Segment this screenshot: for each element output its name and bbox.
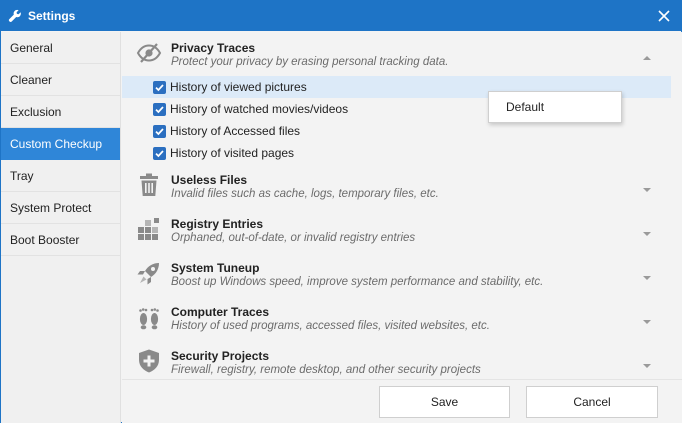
chevron-down-icon[interactable] xyxy=(643,358,651,368)
privacy-item-label: History of Accessed files xyxy=(170,124,301,138)
sidebar-item-custom-checkup[interactable]: Custom Checkup xyxy=(1,128,120,160)
save-button[interactable]: Save xyxy=(379,386,510,418)
section-title: System Tuneup xyxy=(171,261,260,275)
section-registry-entries[interactable]: Registry Entries Orphaned, out-of-date, … xyxy=(122,208,671,252)
section-description: Boost up Windows speed, improve system p… xyxy=(171,276,544,288)
privacy-item-label: History of watched movies/videos xyxy=(170,102,349,116)
footprints-icon xyxy=(136,304,162,330)
section-title: Useless Files xyxy=(171,173,248,187)
close-icon[interactable] xyxy=(655,7,673,25)
dialog-footer: Save Cancel xyxy=(122,379,682,423)
privacy-item-label: History of visited pages xyxy=(170,146,295,160)
sidebar-item-tray[interactable]: Tray xyxy=(1,160,120,192)
sidebar-item-exclusion[interactable]: Exclusion xyxy=(1,96,120,128)
privacy-item-label: History of viewed pictures xyxy=(170,80,307,94)
context-menu: Default xyxy=(488,91,622,123)
sidebar-item-boot-booster[interactable]: Boot Booster xyxy=(1,224,120,256)
trash-icon xyxy=(136,172,162,198)
section-description: History of used programs, accessed files… xyxy=(171,320,490,332)
section-title: Computer Traces xyxy=(171,305,270,319)
settings-sidebar: General Cleaner Exclusion Custom Checkup… xyxy=(1,32,121,423)
section-title: Registry Entries xyxy=(171,217,264,231)
rocket-icon xyxy=(136,260,162,286)
wrench-icon xyxy=(8,9,22,23)
chevron-down-icon[interactable] xyxy=(643,270,651,280)
blocks-icon xyxy=(136,216,162,242)
chevron-down-icon[interactable] xyxy=(643,314,651,324)
eye-slash-icon xyxy=(136,40,162,66)
cancel-button[interactable]: Cancel xyxy=(526,386,658,418)
settings-window: Settings General Cleaner Exclusion Custo… xyxy=(0,0,682,423)
shield-plus-icon xyxy=(136,348,162,374)
vertical-scrollbar[interactable] xyxy=(671,32,682,379)
sidebar-item-system-protect[interactable]: System Protect xyxy=(1,192,120,224)
section-computer-traces[interactable]: Computer Traces History of used programs… xyxy=(122,296,671,340)
section-useless-files[interactable]: Useless Files Invalid files such as cach… xyxy=(122,164,671,208)
title-bar: Settings xyxy=(1,1,681,31)
section-system-tuneup[interactable]: System Tuneup Boost up Windows speed, im… xyxy=(122,252,671,296)
checkbox-checked-icon[interactable] xyxy=(153,102,166,116)
privacy-item-visited-pages[interactable]: History of visited pages xyxy=(122,142,671,164)
sidebar-item-cleaner[interactable]: Cleaner xyxy=(1,64,120,96)
sidebar-item-general[interactable]: General xyxy=(1,32,120,64)
section-description: Firewall, registry, remote desktop, and … xyxy=(171,364,481,376)
chevron-up-icon[interactable] xyxy=(643,50,651,60)
section-title: Privacy Traces xyxy=(171,41,256,55)
checkbox-checked-icon[interactable] xyxy=(153,124,166,138)
privacy-item-accessed-files[interactable]: History of Accessed files xyxy=(122,120,671,142)
chevron-down-icon[interactable] xyxy=(643,226,651,236)
section-description: Protect your privacy by erasing personal… xyxy=(171,56,449,68)
checkbox-checked-icon[interactable] xyxy=(153,80,166,94)
section-security-projects[interactable]: Security Projects Firewall, registry, re… xyxy=(122,340,671,379)
section-title: Security Projects xyxy=(171,349,270,363)
section-description: Orphaned, out-of-date, or invalid regist… xyxy=(171,232,416,244)
checkbox-checked-icon[interactable] xyxy=(153,146,166,160)
chevron-down-icon[interactable] xyxy=(643,182,651,192)
context-menu-item-default[interactable]: Default xyxy=(489,92,621,122)
window-title: Settings xyxy=(28,9,76,23)
section-description: Invalid files such as cache, logs, tempo… xyxy=(171,188,439,200)
checkup-list: Privacy Traces Protect your privacy by e… xyxy=(122,32,671,379)
section-privacy-traces[interactable]: Privacy Traces Protect your privacy by e… xyxy=(122,32,671,76)
